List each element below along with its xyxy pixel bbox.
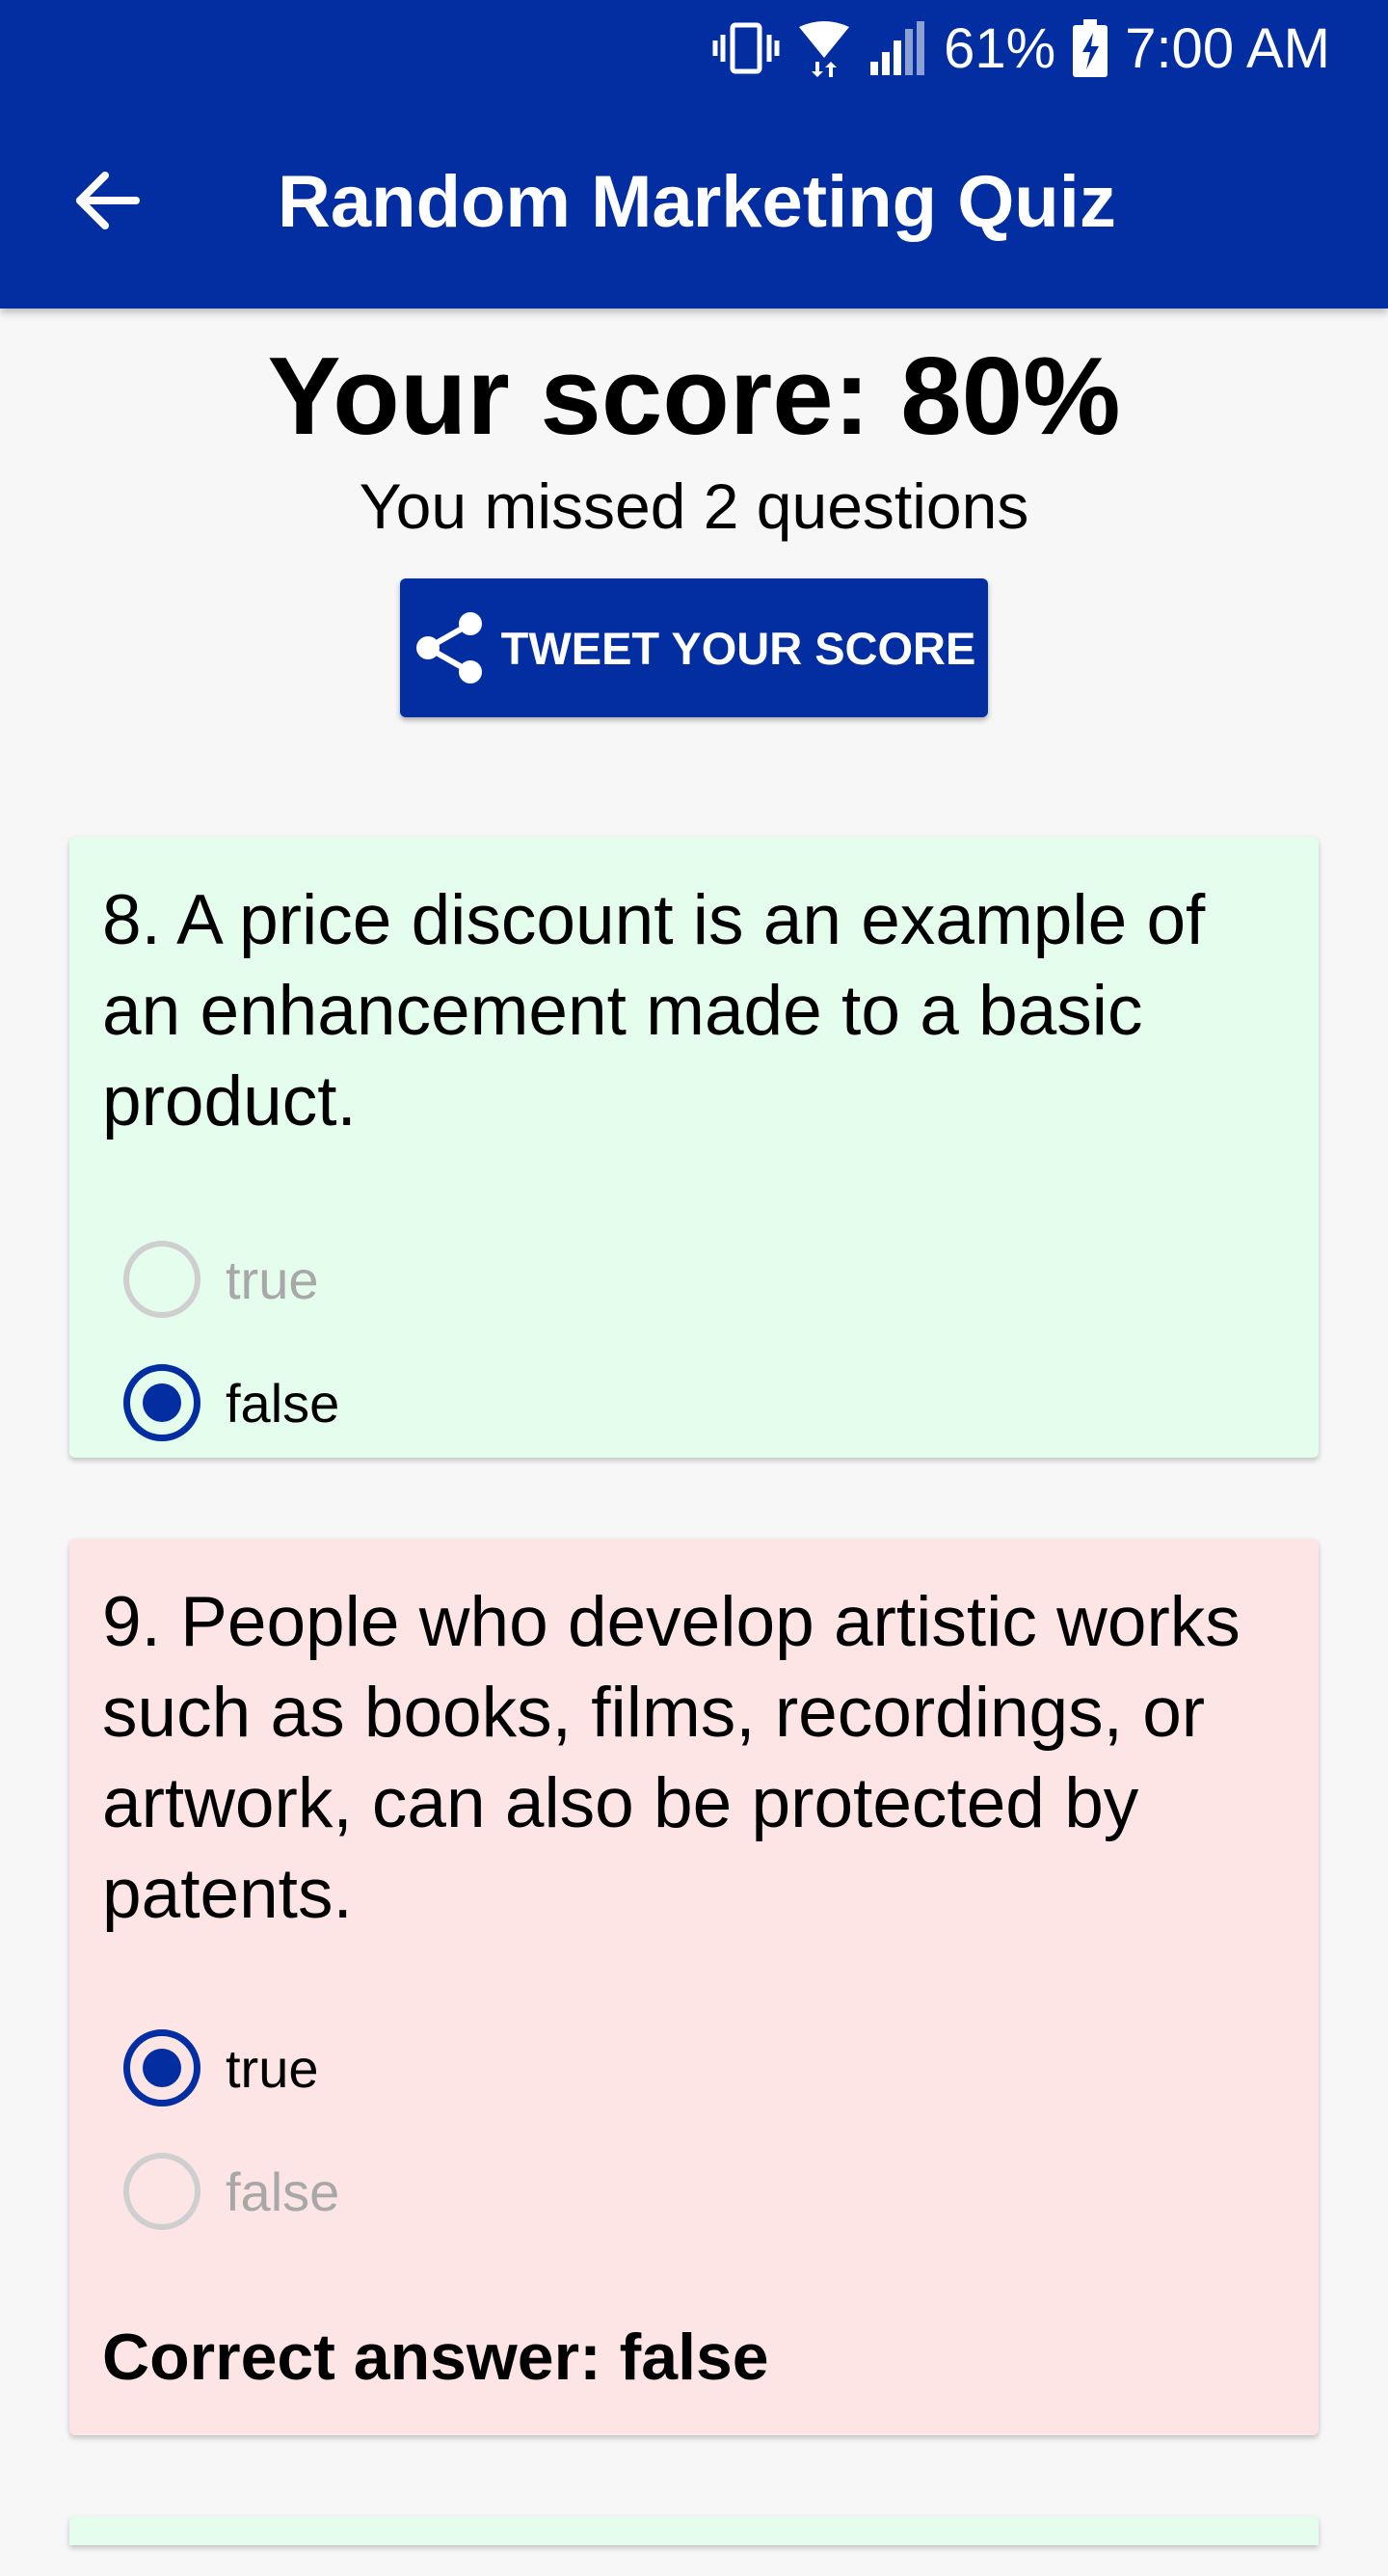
- score-heading: Your score: 80%: [267, 335, 1121, 458]
- wifi-icon: [797, 19, 851, 77]
- battery-percent: 61%: [944, 16, 1056, 80]
- vibrate-icon: [712, 19, 780, 77]
- tweet-score-label: TWEET YOUR SCORE: [500, 622, 976, 674]
- radio-button[interactable]: [123, 2153, 200, 2230]
- option-label: true: [226, 2037, 319, 2099]
- signal-icon: [868, 19, 926, 77]
- radio-button-selected[interactable]: [123, 1364, 200, 1441]
- option-false[interactable]: false: [123, 2148, 339, 2235]
- question-text: 9. People who develop artistic works suc…: [102, 1583, 1241, 1933]
- option-label: false: [226, 2160, 340, 2222]
- option-label: false: [226, 1372, 340, 1434]
- battery-charging-icon: [1073, 19, 1108, 77]
- share-icon: [413, 610, 488, 685]
- question-card-wrong: 9. People who develop artistic works suc…: [69, 1539, 1319, 2435]
- back-arrow-icon: [72, 170, 140, 236]
- question-card-next: [69, 2516, 1319, 2545]
- correct-answer: Correct answer: false: [102, 2321, 769, 2394]
- option-true[interactable]: true: [123, 1236, 319, 1323]
- missed-count: You missed 2 questions: [359, 470, 1029, 542]
- status-bar: 61% 7:00 AM: [712, 12, 1330, 85]
- tweet-score-button[interactable]: TWEET YOUR SCORE: [400, 578, 988, 717]
- option-true[interactable]: true: [123, 2025, 319, 2111]
- question-text: 8. A price discount is an example of an …: [102, 881, 1206, 1140]
- option-false[interactable]: false: [123, 1359, 339, 1446]
- option-label: true: [226, 1248, 319, 1310]
- question-card-correct: 8. A price discount is an example of an …: [69, 837, 1319, 1458]
- back-button[interactable]: [58, 154, 154, 251]
- quiz-results: Your score: 80% You missed 2 questions T…: [0, 309, 1388, 2545]
- radio-button-selected[interactable]: [123, 2029, 200, 2106]
- radio-button[interactable]: [123, 1241, 200, 1318]
- app-bar: 61% 7:00 AM Random Marketing Quiz: [0, 0, 1388, 309]
- page-title: Random Marketing Quiz: [278, 161, 1116, 243]
- clock: 7:00 AM: [1125, 16, 1330, 80]
